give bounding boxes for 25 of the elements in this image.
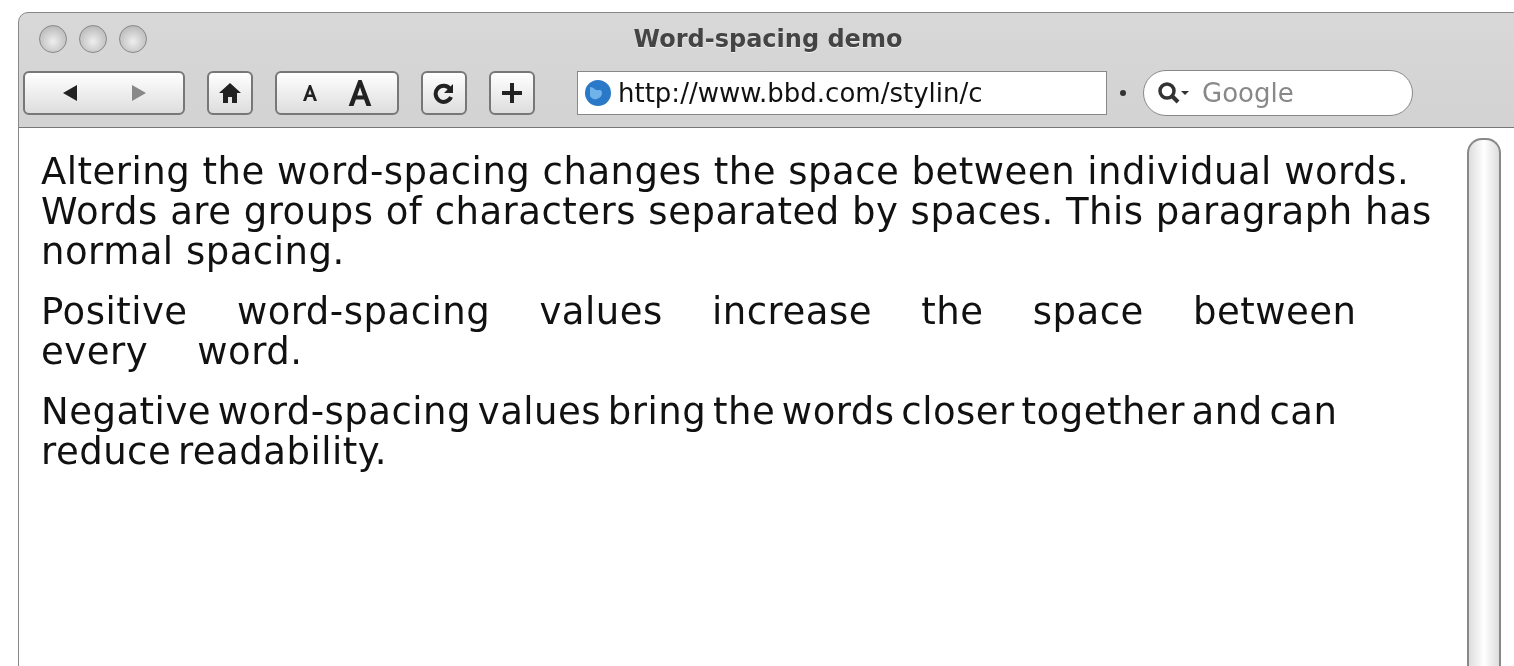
address-field[interactable]: http://www.bbd.com/stylin/c	[577, 71, 1107, 115]
zoom-button[interactable]	[119, 25, 147, 53]
text-size-button[interactable]	[275, 71, 399, 115]
small-letter-icon	[302, 85, 317, 101]
forward-icon	[129, 84, 148, 102]
reload-button[interactable]	[421, 71, 467, 115]
paragraph: Negative word-spacing values bring the words closer together and can reduce readability.	[41, 392, 1339, 472]
reload-icon	[433, 82, 455, 104]
address-text: http://www.bbd.com/stylin/c	[618, 78, 983, 108]
paragraph: Altering the word-spacing changes the space between individual words. Words are groups of characters separated by spaces. This paragraph has normal spacing.	[41, 152, 1433, 272]
globe-icon	[584, 79, 612, 107]
add-bookmark-button[interactable]	[489, 71, 535, 115]
search-field[interactable]: Google	[1143, 70, 1413, 116]
scrollbar[interactable]	[1467, 138, 1501, 666]
window-title: Word-spacing demo	[633, 25, 903, 53]
home-button[interactable]	[207, 71, 253, 115]
plus-icon	[501, 82, 523, 104]
large-letter-icon	[347, 80, 372, 106]
dropdown-dot-icon[interactable]	[1119, 89, 1127, 97]
paragraph: Positive word-spacing values increase the space between every word.	[41, 292, 1358, 372]
close-button[interactable]	[39, 25, 67, 53]
minimize-button[interactable]	[79, 25, 107, 53]
home-icon	[218, 81, 242, 105]
back-forward-button[interactable]	[23, 71, 185, 115]
search-icon	[1157, 81, 1191, 105]
